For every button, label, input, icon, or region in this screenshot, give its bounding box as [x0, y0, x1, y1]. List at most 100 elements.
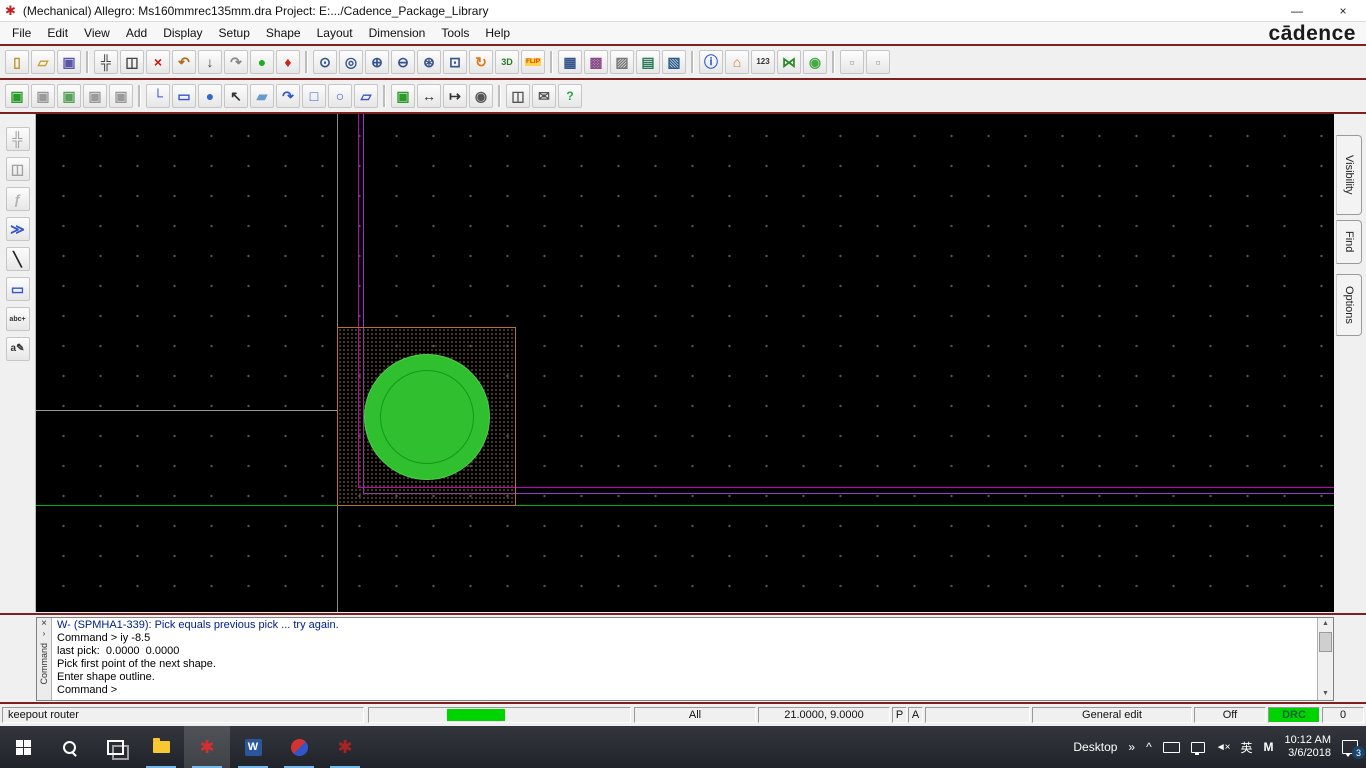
snapshot-camera-icon[interactable]: ◉	[469, 84, 493, 108]
slide-icon[interactable]: ≫	[5, 217, 30, 241]
scroll-thumb[interactable]	[1319, 632, 1332, 652]
redo-icon[interactable]: ↷	[224, 50, 248, 74]
new-file-icon[interactable]: ▯	[5, 50, 29, 74]
word-taskbar-button[interactable]: W	[230, 726, 276, 768]
import-icon[interactable]: ↓	[198, 50, 222, 74]
menu-item[interactable]: Edit	[39, 24, 76, 42]
ime-language-indicator[interactable]: 英	[1241, 739, 1253, 756]
color-dialog-icon[interactable]: ▧	[662, 50, 686, 74]
taskbar-search-button[interactable]	[46, 726, 92, 768]
pin-icon[interactable]: ♦	[276, 50, 300, 74]
add-text-icon[interactable]: abc+	[5, 307, 30, 331]
edit-text-icon[interactable]: a✎	[5, 337, 30, 361]
design-entry-taskbar-button[interactable]	[276, 726, 322, 768]
symbol-mode-icon[interactable]: ▣	[5, 84, 29, 108]
menu-item[interactable]: Setup	[211, 24, 258, 42]
place-symbol-icon[interactable]: ▣	[391, 84, 415, 108]
zoom-out-icon[interactable]: ⊖	[391, 50, 415, 74]
console-scrollbar[interactable]: ▲ ▼	[1317, 618, 1333, 700]
add-line-icon[interactable]: ╲	[5, 247, 30, 271]
copy-stamp-icon[interactable]: ◫	[5, 157, 30, 181]
fillet-icon[interactable]: ƒ	[5, 187, 30, 211]
save-icon[interactable]: ▣	[57, 50, 81, 74]
pcb-editor-taskbar-button[interactable]: ✱	[322, 726, 368, 768]
add-circle-icon[interactable]: ●	[198, 84, 222, 108]
shape-rect-icon[interactable]: □	[302, 84, 326, 108]
flip-design-icon[interactable]: FLIP	[521, 50, 545, 74]
tab-options[interactable]: Options	[1336, 274, 1362, 336]
move-icon[interactable]: ╬	[94, 50, 118, 74]
minimize-button[interactable]: —	[1274, 0, 1320, 21]
menu-item[interactable]: View	[76, 24, 118, 42]
view-3d-icon[interactable]: 3D	[495, 50, 519, 74]
close-button[interactable]: ×	[1320, 0, 1366, 21]
properties-icon[interactable]: ⌂	[725, 50, 749, 74]
dimension-leader-icon[interactable]: ↦	[443, 84, 467, 108]
desktop-toolbar-label[interactable]: Desktop	[1073, 740, 1117, 754]
menu-item[interactable]: Help	[477, 24, 518, 42]
spin-icon[interactable]: ↷	[276, 84, 300, 108]
touch-keyboard-icon[interactable]	[1162, 741, 1180, 753]
design-canvas[interactable]	[36, 114, 1334, 612]
zoom-world-icon[interactable]: ⊛	[417, 50, 441, 74]
toolbar-overflow-icon[interactable]: »	[1128, 740, 1135, 754]
dimension-linear-icon[interactable]: ↔	[417, 84, 441, 108]
volume-muted-icon[interactable]: ◄×	[1216, 742, 1231, 753]
move-vertex-icon[interactable]: ╬	[5, 127, 30, 151]
delete-icon[interactable]: ×	[146, 50, 170, 74]
task-view-button[interactable]	[92, 726, 138, 768]
angle-mode-button[interactable]: A	[908, 707, 923, 723]
action-center-icon[interactable]: 3	[1342, 740, 1365, 759]
start-button[interactable]	[0, 726, 46, 768]
info-icon[interactable]: ⓘ	[699, 50, 723, 74]
copy-icon[interactable]: ◫	[120, 50, 144, 74]
menu-item[interactable]: Dimension	[361, 24, 434, 42]
menu-item[interactable]: Display	[155, 24, 210, 42]
measure-icon[interactable]: 123	[751, 50, 775, 74]
redraw-icon[interactable]: ↻	[469, 50, 493, 74]
padstack-mode-icon[interactable]: ▣	[57, 84, 81, 108]
copy-view-icon[interactable]: ◫	[506, 84, 530, 108]
highlight-icon[interactable]: ●	[250, 50, 274, 74]
drc-indicator[interactable]: DRC	[1268, 707, 1320, 723]
zoom-fit-icon[interactable]: ◎	[339, 50, 363, 74]
zoom-in-icon[interactable]: ⊕	[365, 50, 389, 74]
module-mode-icon[interactable]: ▣	[83, 84, 107, 108]
allegro-taskbar-button[interactable]: ✱	[184, 726, 230, 768]
network-icon[interactable]	[1190, 741, 1205, 755]
menu-item[interactable]: Add	[118, 24, 155, 42]
board-mode-icon[interactable]: ▣	[31, 84, 55, 108]
console-output[interactable]: W- (SPMHA1-339): Pick equals previous pi…	[52, 618, 1317, 700]
cross-section-icon[interactable]: ▫	[840, 50, 864, 74]
grid-toggle-icon[interactable]: ▦	[558, 50, 582, 74]
add-rect-icon[interactable]: ▭	[172, 84, 196, 108]
shadow-mode-icon[interactable]: ▨	[610, 50, 634, 74]
undo-icon[interactable]: ↶	[172, 50, 196, 74]
drawing-mode-icon[interactable]: ▣	[109, 84, 133, 108]
scroll-down-icon[interactable]: ▼	[1322, 688, 1329, 700]
tab-visibility[interactable]: Visibility	[1336, 135, 1362, 215]
shape-select-icon[interactable]: ▱	[354, 84, 378, 108]
ime-mode-indicator[interactable]: M	[1264, 740, 1274, 754]
drc-update-icon[interactable]: ◉	[803, 50, 827, 74]
open-folder-icon[interactable]: ▱	[31, 50, 55, 74]
add-connect-icon[interactable]: └	[146, 84, 170, 108]
zoom-previous-icon[interactable]: ⊡	[443, 50, 467, 74]
hidden-icons-chevron-icon[interactable]: ^	[1146, 740, 1152, 754]
tab-find[interactable]: Find	[1336, 220, 1362, 264]
mail-export-icon[interactable]: ✉	[532, 84, 556, 108]
reports-icon[interactable]: ▫	[866, 50, 890, 74]
layer-groups-icon[interactable]: ▤	[636, 50, 660, 74]
select-cursor-icon[interactable]: ↖	[224, 84, 248, 108]
shape-polygon-icon[interactable]: ▰	[250, 84, 274, 108]
waive-drc-icon[interactable]: ⋈	[777, 50, 801, 74]
scroll-up-icon[interactable]: ▲	[1322, 618, 1329, 630]
menu-item[interactable]: File	[4, 24, 39, 42]
menu-item[interactable]: Layout	[309, 24, 361, 42]
file-explorer-button[interactable]	[138, 726, 184, 768]
menu-item[interactable]: Tools	[433, 24, 477, 42]
menu-item[interactable]: Shape	[258, 24, 309, 42]
help-icon[interactable]: ?	[558, 84, 582, 108]
color-192-icon[interactable]: ▩	[584, 50, 608, 74]
zoom-points-icon[interactable]: ⊙	[313, 50, 337, 74]
